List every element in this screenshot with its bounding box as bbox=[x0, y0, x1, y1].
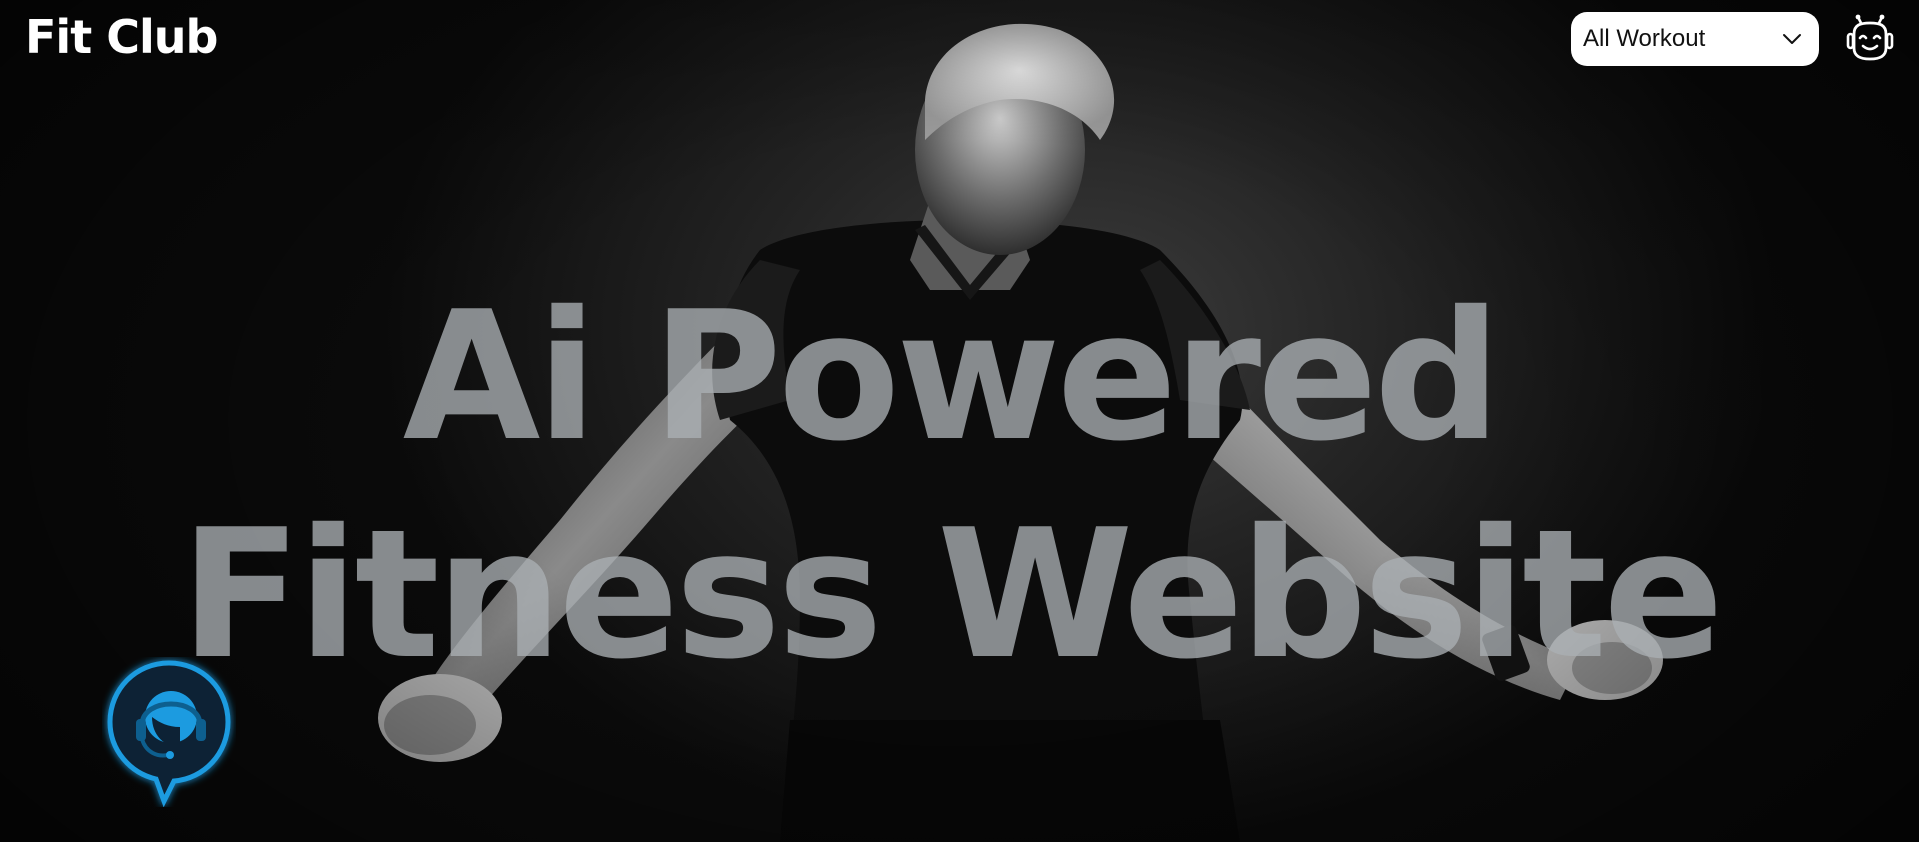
workout-filter-selected-value: All Workout bbox=[1583, 25, 1706, 52]
hero-title: Ai Powered Fitness Website bbox=[180, 273, 1724, 698]
workout-filter-dropdown[interactable]: All Workout bbox=[1571, 12, 1819, 66]
robot-assistant-icon[interactable] bbox=[1845, 14, 1895, 64]
support-chat-button[interactable] bbox=[102, 657, 236, 808]
hero-page: Fit Club All Workout Ai Powered Fitness … bbox=[0, 0, 1919, 842]
brand-logo-text[interactable]: Fit Club bbox=[25, 10, 218, 64]
chevron-down-icon bbox=[1781, 28, 1803, 50]
headset-support-icon bbox=[107, 660, 231, 808]
top-navigation-bar: Fit Club All Workout bbox=[0, 0, 1919, 76]
